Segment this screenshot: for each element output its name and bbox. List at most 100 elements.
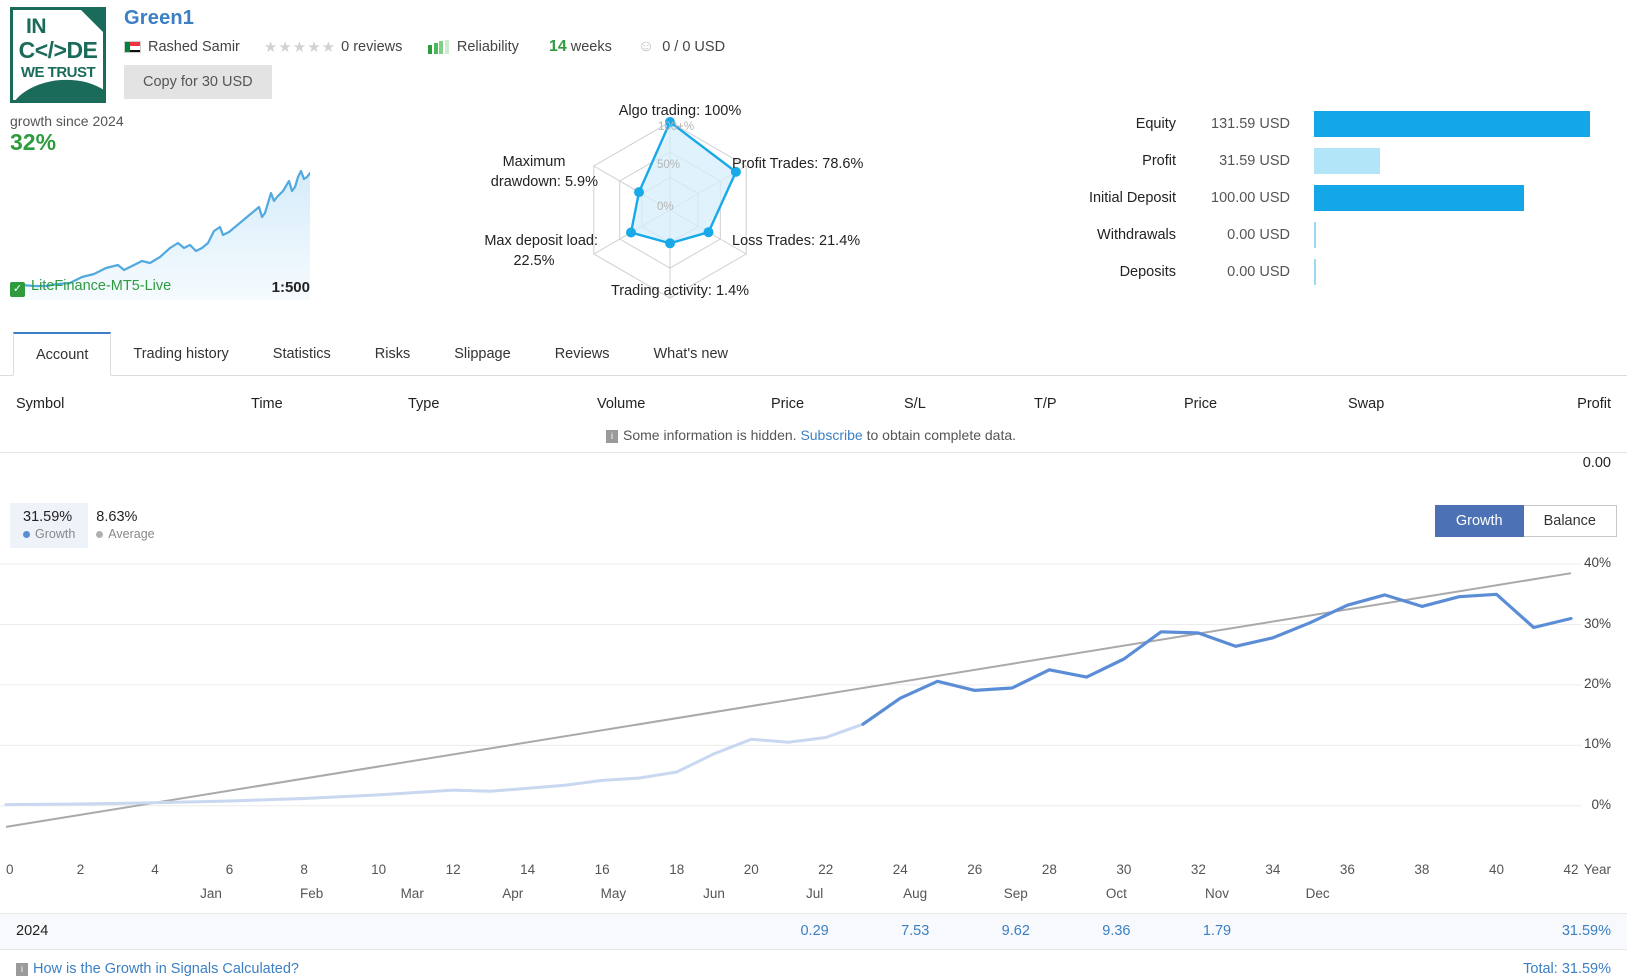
column-header-price[interactable]: Price (771, 396, 804, 412)
month-label: Jan (200, 886, 222, 901)
equity-row-value: 100.00 USD (1211, 189, 1290, 206)
growth-help-link[interactable]: i How is the Growth in Signals Calculated… (16, 961, 299, 977)
toggle-balance-button[interactable]: Balance (1523, 505, 1617, 537)
column-header-symbol[interactable]: Symbol (16, 396, 64, 412)
equity-row: Initial Deposit 100.00 USD (1030, 179, 1590, 216)
verified-check-icon: ✓ (10, 282, 25, 297)
month-value-cell[interactable]: 9.36 (1102, 923, 1130, 939)
x-tick-label: 36 (1339, 862, 1355, 877)
x-tick-label: 16 (594, 862, 610, 877)
x-tick-label: 32 (1190, 862, 1206, 877)
column-header-profit[interactable]: Profit (1577, 396, 1611, 412)
equity-row-label: Equity (1135, 115, 1176, 132)
x-tick-label: 14 (520, 862, 536, 877)
equity-row-label: Profit (1142, 152, 1176, 169)
legend-growth[interactable]: 31.59% Growth (10, 503, 89, 548)
toggle-growth-button[interactable]: Growth (1434, 505, 1524, 537)
hidden-note-text: Some information is hidden. (623, 427, 801, 443)
radar-svg: 100+% 50% 0% (593, 117, 747, 299)
equity-row-bar-wrap (1314, 147, 1590, 174)
author-name[interactable]: Rashed Samir (148, 39, 240, 55)
subscribers-value: 0 / 0 USD (662, 39, 726, 55)
broker-info[interactable]: ✓ LiteFinance-MT5-Live (10, 278, 171, 297)
column-header-t-p[interactable]: T/P (1034, 396, 1057, 412)
weeks-label: weeks (570, 39, 612, 55)
column-header-type[interactable]: Type (408, 396, 439, 412)
subscribe-link[interactable]: Subscribe (800, 427, 862, 443)
x-tick-label: 2 (76, 862, 85, 877)
column-header-swap[interactable]: Swap (1348, 396, 1384, 412)
column-header-s-l[interactable]: S/L (904, 396, 926, 412)
legend-average-value: 8.63% (96, 509, 138, 525)
x-tick-label: 26 (967, 862, 983, 877)
profit-total-value: 0.00 (1582, 455, 1611, 471)
equity-row-value: 131.59 USD (1211, 115, 1290, 132)
broker-name[interactable]: LiteFinance-MT5-Live (31, 278, 171, 294)
grand-total: Total: 31.59% (1523, 961, 1611, 977)
signal-meta-row: Rashed Samir ★★★★★ 0 reviews Reliability… (124, 36, 725, 58)
chart-mode-toggle: Growth Balance (1434, 505, 1617, 537)
radar-label-max-drawdown-1: Maximum (502, 154, 566, 170)
x-tick-label: 40 (1488, 862, 1504, 877)
reliability-bars-icon (428, 40, 449, 54)
subscribers-icon: ☺ (637, 38, 655, 55)
y-tick-label: 0% (1591, 796, 1611, 812)
equity-row-label: Initial Deposit (1088, 189, 1176, 206)
radar-chart: 100+% 50% 0% Algo trading: 100% Profit T… (470, 100, 890, 310)
legend-growth-value: 31.59% (23, 509, 73, 525)
radar-ring-label-100: 100+% (658, 121, 694, 133)
month-value-cell[interactable]: 1.79 (1203, 923, 1231, 939)
month-value-cell[interactable]: 7.53 (901, 923, 929, 939)
column-header-price[interactable]: Price (1184, 396, 1217, 412)
tab-reviews[interactable]: Reviews (533, 332, 632, 375)
equity-row: Profit 31.59 USD (1030, 142, 1590, 179)
x-tick-label: 24 (892, 862, 908, 877)
equity-row-value: 31.59 USD (1219, 152, 1290, 169)
sparkline-chart (10, 169, 310, 300)
x-tick-label: 12 (445, 862, 461, 877)
legend-average-dot (96, 531, 104, 538)
growth-help-link-text[interactable]: How is the Growth in Signals Calculated? (33, 961, 299, 977)
month-value-cell[interactable]: 0.29 (800, 923, 828, 939)
tab-what-s-new[interactable]: What's new (631, 332, 750, 375)
radar-label-max-deposit-load-1: Max deposit load: (484, 233, 598, 249)
sparkline-label: growth since 2024 (10, 113, 124, 129)
page-header: IN C</>DE WE TRUST Green1 Rashed Samir ★… (0, 0, 1627, 110)
hidden-info-note: i Some information is hidden. Subscribe t… (606, 427, 1016, 443)
info-icon: i (606, 430, 618, 443)
tab-trading-history[interactable]: Trading history (111, 332, 250, 375)
legend-growth-dot (23, 531, 30, 538)
growth-sparkline-block: growth since 2024 32% (10, 113, 310, 303)
x-tick-label: 28 (1041, 862, 1057, 877)
help-info-icon: i (16, 963, 28, 976)
growth-line (861, 592, 1573, 726)
broker-row: ✓ LiteFinance-MT5-Live 1:500 (10, 278, 310, 297)
legend-average[interactable]: 8.63% Average (88, 503, 167, 548)
brand-logo: IN C</>DE WE TRUST (10, 7, 106, 103)
year-total-value[interactable]: 31.59% (1562, 923, 1611, 939)
copy-button[interactable]: Copy for 30 USD (124, 65, 272, 99)
month-label: Feb (299, 886, 324, 901)
equity-row-bar-wrap (1314, 221, 1590, 248)
logo-line-2: C</>DE (18, 37, 98, 63)
tab-account[interactable]: Account (13, 332, 112, 376)
y-tick-label: 30% (1583, 615, 1611, 631)
month-value-cell[interactable]: 9.62 (1002, 923, 1030, 939)
radar-label-max-drawdown-2: drawdown: 5.9% (490, 174, 598, 190)
chart-y-axis: 0% 10% 20% 30% 40% (1573, 545, 1619, 840)
uae-flag-icon (124, 41, 141, 53)
month-label: Sep (1003, 886, 1028, 901)
logo-line-3: WE TRUST (20, 64, 96, 81)
column-header-time[interactable]: Time (251, 396, 283, 412)
tab-risks[interactable]: Risks (353, 332, 432, 375)
reviews-count[interactable]: 0 reviews (341, 39, 402, 55)
tab-statistics[interactable]: Statistics (251, 332, 353, 375)
y-tick-label: 20% (1583, 675, 1611, 691)
hidden-note-text-after: to obtain complete data. (862, 427, 1017, 443)
tab-slippage[interactable]: Slippage (432, 332, 532, 375)
column-header-volume[interactable]: Volume (597, 396, 645, 412)
growth-chart-svg (0, 563, 1581, 828)
equity-row: Deposits 0.00 USD (1030, 253, 1590, 290)
x-tick-label: 6 (225, 862, 234, 877)
chart-x-axis: 0 2 4 6 8 10 12 14 16 18 20 22 24 26 28 30 32 34 36 38 40 42 Y… (0, 862, 1627, 886)
